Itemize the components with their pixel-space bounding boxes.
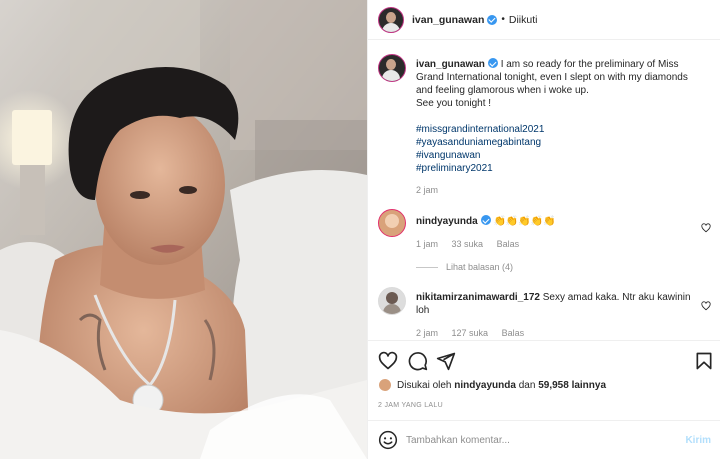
caption-time[interactable]: 2 jam (416, 185, 438, 195)
view-replies-label: Lihat balasan (4) (446, 262, 514, 272)
comment-row: nikitamirzanimawardi_172 Sexy amad kaka.… (378, 287, 713, 338)
hashtag-link[interactable]: #missgrandinternational2021 (416, 123, 703, 136)
share-icon[interactable] (436, 351, 456, 371)
post-header: ivan_gunawan • Diikuti (368, 0, 720, 40)
comment-time[interactable]: 2 jam (416, 328, 438, 338)
caption-avatar[interactable] (378, 54, 406, 82)
comment-username[interactable]: nindyayunda (416, 216, 478, 227)
post-timestamp[interactable]: 2 JAM YANG LALU (378, 402, 443, 409)
reply-button[interactable]: Balas (502, 328, 525, 338)
post-side-panel: ivan_gunawan • Diikuti ivan_gunawan I am… (367, 0, 720, 459)
liker-username[interactable]: nindyayunda (454, 380, 516, 391)
heart-icon[interactable] (378, 351, 398, 371)
add-comment-bar: Kirim (368, 420, 720, 459)
comment-input[interactable] (406, 434, 656, 446)
verified-badge-icon (487, 58, 498, 68)
hashtag-link[interactable]: #ivangunawan (416, 149, 703, 162)
reply-button[interactable]: Balas (497, 239, 520, 249)
likes-prefix: Disukai oleh (397, 379, 452, 391)
verified-badge-icon (480, 215, 491, 225)
likes-summary[interactable]: Disukai oleh nindyayunda dan 59,958 lain… (378, 378, 606, 392)
comment-username[interactable]: nikitamirzanimawardi_172 (416, 292, 540, 303)
bookmark-icon[interactable] (694, 351, 714, 371)
caption-line2: See you tonight ! (416, 98, 492, 109)
post-image[interactable] (0, 0, 367, 459)
comments-list[interactable]: ivan_gunawan I am so ready for the preli… (368, 41, 720, 341)
comment-avatar[interactable] (378, 287, 406, 315)
comment-icon[interactable] (408, 351, 428, 371)
comment-like-heart-icon[interactable] (701, 223, 711, 233)
comment-like-heart-icon[interactable] (701, 301, 711, 311)
hashtag-link[interactable]: #preliminary2021 (416, 162, 703, 175)
comment-avatar[interactable] (378, 209, 406, 237)
post-actions (368, 340, 720, 380)
caption-username[interactable]: ivan_gunawan (416, 59, 485, 70)
replies-line (416, 266, 438, 268)
verified-badge-icon (487, 14, 498, 25)
likes-others[interactable]: 59,958 lainnya (538, 380, 606, 391)
hashtag-link[interactable]: #yayasanduniamegabintang (416, 136, 703, 149)
follow-status-button[interactable]: Diikuti (509, 14, 538, 26)
comment-likes[interactable]: 33 suka (452, 239, 484, 249)
author-avatar[interactable] (378, 6, 404, 33)
comment-row: nindyayunda 👏👏👏👏👏 1 jam 33 suka Balas (378, 209, 713, 259)
comment-text: 👏👏👏👏👏 (493, 216, 556, 227)
likes-conj: dan (518, 379, 536, 391)
send-comment-button[interactable]: Kirim (685, 435, 711, 446)
header-separator: • (501, 14, 505, 25)
post-photo-illustration (0, 0, 367, 459)
emoji-icon[interactable] (378, 430, 398, 450)
liker-avatar[interactable] (378, 378, 392, 392)
view-replies-button[interactable]: Lihat balasan (4) (416, 262, 513, 272)
comment-time[interactable]: 1 jam (416, 239, 438, 249)
author-username[interactable]: ivan_gunawan (412, 14, 484, 26)
comment-likes[interactable]: 127 suka (452, 328, 489, 338)
